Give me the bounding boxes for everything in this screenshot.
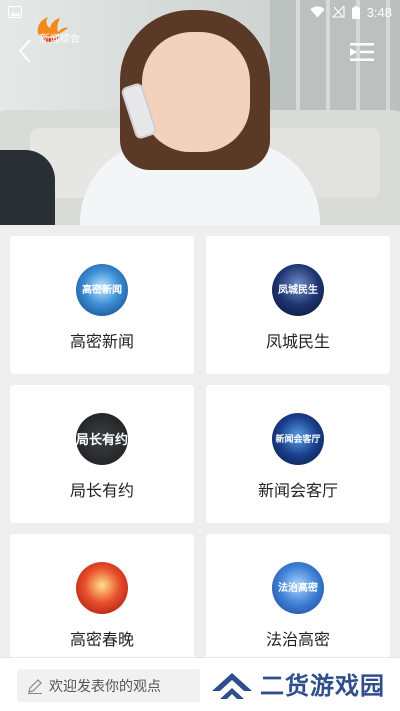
player-top-bar: 新闻综合 xyxy=(0,12,400,72)
watermark-text: 二货游戏园 xyxy=(260,673,385,700)
comment-placeholder: 欢迎发表你的观点 xyxy=(49,677,161,694)
video-player[interactable]: 3:48 新闻综合 xyxy=(0,0,400,225)
news-lounge-thumbnail-icon: 新闻会客厅 xyxy=(272,413,324,465)
program-label: 法治高密 xyxy=(265,632,330,649)
comment-input[interactable]: 欢迎发表你的观点 xyxy=(17,669,200,702)
program-card-director-appointment[interactable]: 局长有约 局长有约 xyxy=(10,385,194,523)
back-arrow-icon[interactable] xyxy=(16,38,36,64)
program-card-fengcheng-livelihood[interactable]: 凤城民生 凤城民生 xyxy=(206,236,390,374)
chevron-up-logo-icon xyxy=(212,672,252,699)
program-card-gaomi-spring-gala[interactable]: 高密春晚 xyxy=(10,534,194,672)
video-foreground-figure xyxy=(0,150,55,225)
rule-of-law-gaomi-thumbnail-icon: 法治高密 xyxy=(272,562,324,614)
bottom-bar: 欢迎发表你的观点 二货游戏园 xyxy=(0,657,400,711)
program-card-gaomi-news[interactable]: 高密新闻 高密新闻 xyxy=(10,236,194,374)
channel-logo-text: 新闻综合 xyxy=(40,34,80,45)
playlist-icon[interactable] xyxy=(350,42,374,62)
director-appointment-thumbnail-icon: 局长有约 xyxy=(76,413,128,465)
program-card-news-lounge[interactable]: 新闻会客厅 新闻会客厅 xyxy=(206,385,390,523)
gaomi-news-thumbnail-icon: 高密新闻 xyxy=(76,264,128,316)
program-label: 高密新闻 xyxy=(69,334,134,351)
program-label: 局长有约 xyxy=(69,483,134,500)
program-label: 新闻会客厅 xyxy=(257,483,338,500)
program-label: 高密春晚 xyxy=(69,632,134,649)
program-card-rule-of-law-gaomi[interactable]: 法治高密 法治高密 xyxy=(206,534,390,672)
program-label: 凤城民生 xyxy=(265,334,330,351)
watermark: 二货游戏园 xyxy=(210,666,385,701)
fengcheng-livelihood-thumbnail-icon: 凤城民生 xyxy=(272,264,324,316)
gaomi-spring-gala-thumbnail-icon xyxy=(76,562,128,614)
pencil-icon xyxy=(28,678,42,694)
